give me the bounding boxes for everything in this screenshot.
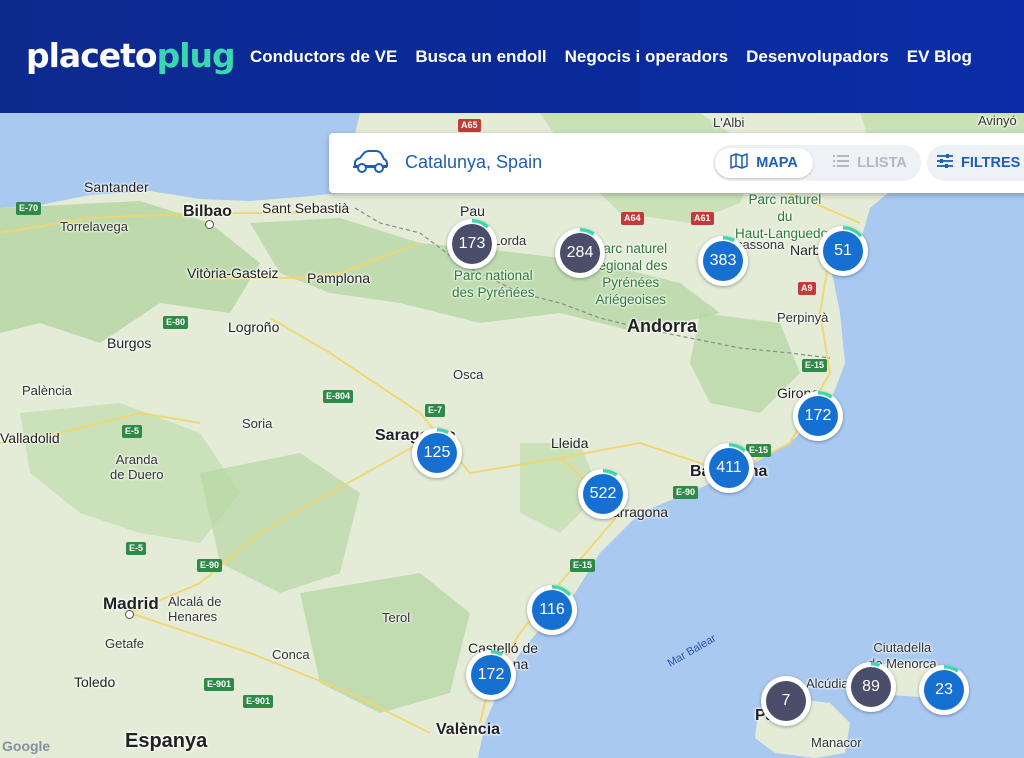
label-conca: Conca — [272, 647, 310, 662]
label-getafe: Getafe — [105, 636, 145, 651]
logo-text-1: placeto — [26, 36, 158, 75]
placetoplug-logo[interactable]: placetoplug — [26, 36, 236, 76]
tab-list[interactable]: LLISTA — [823, 148, 917, 178]
map-view[interactable]: Santander Torrelavega Bilbao Sant Sebast… — [0, 113, 1024, 758]
label-soria: Soria — [242, 416, 273, 431]
charger-cluster[interactable]: 116 — [527, 585, 577, 635]
label-lleida: Lleida — [551, 435, 589, 451]
car-icon — [351, 150, 389, 181]
charger-cluster[interactable]: 7 — [761, 676, 811, 726]
google-attribution: Google — [2, 738, 51, 754]
road-shield: E-90 — [197, 559, 223, 572]
filters-label: FILTRES — [961, 155, 1021, 171]
label-palencia: Palència — [22, 383, 72, 398]
map-icon — [730, 153, 748, 173]
tab-map[interactable]: MAPA — [715, 148, 813, 178]
location-search-bar: Catalunya, Spain MAPA LLISTA FILTRES — [329, 133, 1024, 193]
label-avinyo: Avinyó — [978, 113, 1017, 128]
list-icon — [833, 154, 850, 172]
label-terol: Terol — [382, 610, 411, 625]
road-shield: A9 — [798, 282, 816, 295]
nav-business-operators[interactable]: Negocis i operadors — [565, 47, 728, 67]
label-alcudia: Alcúdia — [806, 676, 849, 691]
label-torrelavega: Torrelavega — [60, 219, 128, 234]
charger-cluster[interactable]: 383 — [698, 236, 748, 286]
label-sant-sebastia: Sant Sebastià — [262, 200, 350, 216]
sliders-icon — [937, 154, 953, 172]
label-osca: Osca — [453, 367, 484, 382]
label-logrono: Logroño — [228, 319, 280, 335]
charger-cluster[interactable]: 172 — [466, 650, 516, 700]
tab-map-label: MAPA — [756, 155, 798, 171]
nav-find-charger[interactable]: Busca un endoll — [415, 47, 546, 67]
nav-ev-blog[interactable]: EV Blog — [907, 47, 972, 67]
view-toggle: MAPA LLISTA — [713, 145, 921, 181]
charger-cluster[interactable]: 172 — [793, 391, 843, 441]
filters-button[interactable]: FILTRES — [927, 145, 1024, 181]
road-shield: E-15 — [570, 559, 596, 572]
road-shield: E-901 — [243, 695, 274, 708]
charger-cluster[interactable]: 173 — [447, 219, 497, 269]
road-shield: E-901 — [204, 678, 235, 691]
charger-cluster[interactable]: 522 — [578, 469, 628, 519]
road-shield: E-7 — [425, 404, 446, 417]
label-andorra: Andorra — [627, 316, 698, 336]
label-lalbi: L'Albi — [713, 115, 745, 130]
nav-developers[interactable]: Desenvolupadors — [746, 47, 889, 67]
label-alcala: Alcalá de Henares — [168, 594, 222, 624]
city-dot — [205, 220, 214, 229]
charger-cluster[interactable]: 89 — [846, 662, 896, 712]
label-lorda: Lorda — [493, 233, 527, 248]
label-bilbao: Bilbao — [183, 203, 232, 220]
main-nav: Conductors de VE Busca un endoll Negocis… — [250, 47, 990, 67]
charger-cluster[interactable]: 51 — [818, 226, 868, 276]
charger-cluster[interactable]: 411 — [704, 443, 754, 493]
charger-cluster[interactable]: 23 — [919, 665, 969, 715]
road-shield: E-15 — [802, 359, 828, 372]
road-shield: A64 — [621, 212, 644, 225]
label-burgos: Burgos — [107, 335, 152, 351]
road-shield: A65 — [458, 119, 481, 132]
road-shield: A61 — [691, 212, 714, 225]
label-toledo: Toledo — [74, 674, 116, 690]
label-valladolid: Valladolid — [0, 430, 60, 446]
label-aranda: Aranda de Duero — [110, 452, 164, 482]
label-park-pyrenees: Parc national des Pyrénées — [452, 268, 535, 300]
charger-cluster[interactable]: 284 — [555, 228, 605, 278]
label-manacor: Manacor — [811, 735, 862, 750]
road-shield: E-70 — [16, 202, 42, 215]
label-perpinya: Perpinyà — [777, 310, 829, 325]
nav-ev-drivers[interactable]: Conductors de VE — [250, 47, 397, 67]
road-shield: E-804 — [323, 390, 354, 403]
label-park-ariege: Parc naturel régional des Pyrénées Ariég… — [594, 241, 668, 307]
label-pamplona: Pamplona — [307, 270, 371, 286]
label-vitoria: Vitòria-Gasteiz — [187, 265, 279, 281]
label-espanya: Espanya — [125, 730, 208, 752]
label-valencia: València — [436, 721, 501, 738]
label-pau: Pau — [460, 203, 485, 219]
label-santander: Santander — [84, 179, 149, 195]
top-header: placetoplug Conductors de VE Busca un en… — [0, 0, 1024, 113]
location-value[interactable]: Catalunya, Spain — [405, 152, 542, 173]
charger-cluster[interactable]: 125 — [412, 428, 462, 478]
cluster-count: 7 — [766, 681, 806, 721]
road-shield: E-5 — [122, 425, 143, 438]
road-shield: E-90 — [673, 486, 699, 499]
city-dot — [125, 610, 134, 619]
tab-list-label: LLISTA — [857, 155, 907, 171]
logo-text-2: plug — [156, 36, 236, 75]
label-park-haut-languedoc: Parc naturel du Haut-Languedoc — [735, 192, 835, 241]
road-shield: E-80 — [163, 316, 189, 329]
road-shield: E-5 — [126, 542, 147, 555]
